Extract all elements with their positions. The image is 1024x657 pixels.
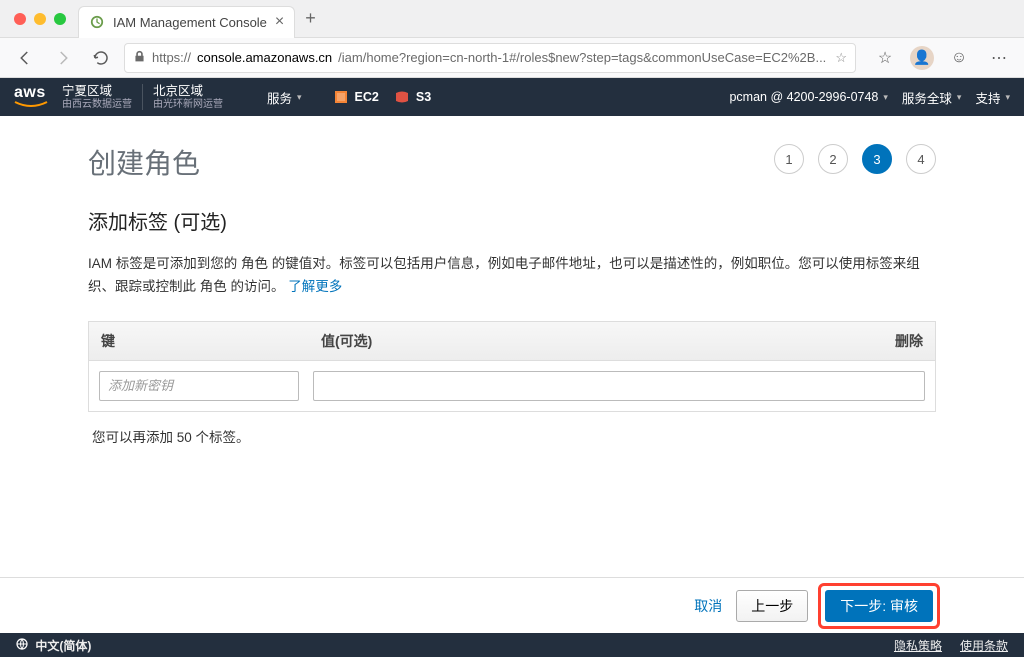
cancel-button[interactable]: 取消 (694, 596, 722, 616)
privacy-link[interactable]: 隐私策略 (894, 637, 942, 654)
profile-avatar[interactable]: 👤 (910, 46, 934, 70)
window-minimize-button[interactable] (34, 13, 46, 25)
pinned-service-s3[interactable]: S3 (393, 88, 431, 106)
url-scheme: https:// (152, 50, 191, 65)
section-heading: 添加标签 (可选) (88, 206, 936, 235)
support-menu[interactable]: 支持 ▾ (975, 88, 1010, 107)
region-global-menu[interactable]: 服务全球 ▾ (902, 88, 962, 107)
tags-table-header: 键 值(可选) 删除 (89, 322, 935, 361)
pinned-service-ec2[interactable]: EC2 (332, 88, 379, 106)
url-path: /iam/home?region=cn-north-1#/roles$new?s… (338, 50, 826, 65)
region2-sub: 由光环新网运营 (153, 99, 223, 111)
col-header-key: 键 (89, 322, 309, 360)
address-bar[interactable]: https:// console.amazonaws.cn/iam/home?re… (124, 43, 856, 73)
aws-console-footer: 中文(简体) 隐私策略 使用条款 (0, 633, 1024, 657)
wizard-steps: 1 2 3 4 (774, 144, 936, 174)
browser-toolbar: https:// console.amazonaws.cn/iam/home?re… (0, 38, 1024, 78)
support-label: 支持 (975, 88, 1000, 107)
tags-table: 键 值(可选) 删除 (88, 321, 936, 412)
learn-more-link[interactable]: 了解更多 (288, 279, 342, 294)
region2-title: 北京区域 (153, 84, 223, 99)
tab-close-button[interactable]: × (275, 14, 284, 30)
highlight-annotation: 下一步: 审核 (818, 583, 940, 629)
window-maximize-button[interactable] (54, 13, 66, 25)
tab-title: IAM Management Console (113, 15, 267, 30)
wizard-step-2[interactable]: 2 (818, 144, 848, 174)
region1-title: 宁夏区域 (62, 84, 132, 99)
browser-right-controls: ☆ 👤 ☺ ⋯ (870, 43, 1014, 73)
nav-back-button[interactable] (10, 43, 40, 73)
tab-favicon-icon (89, 14, 105, 30)
aws-console-header: aws 宁夏区域 由西云数据运营 北京区域 由光环新网运营 服务 ▾ EC2 S… (0, 78, 1024, 116)
tags-input-row (89, 361, 935, 411)
region-divider (142, 84, 143, 110)
nav-forward-button[interactable] (48, 43, 78, 73)
services-label: 服务 (267, 88, 292, 107)
region1-sub: 由西云数据运营 (62, 99, 132, 111)
chevron-down-icon: ▾ (957, 92, 962, 103)
s3-icon (393, 88, 411, 106)
tag-value-input[interactable] (313, 371, 925, 401)
terms-link[interactable]: 使用条款 (960, 637, 1008, 654)
ec2-label: EC2 (355, 90, 379, 104)
language-label: 中文(简体) (35, 639, 91, 653)
window-controls (14, 13, 66, 25)
account-menu[interactable]: pcman @ 4200-2996-0748 ▾ (729, 90, 887, 104)
browser-tab-strip: IAM Management Console × + (0, 0, 1024, 38)
more-menu-icon[interactable]: ⋯ (984, 43, 1014, 73)
feedback-icon[interactable]: ☺ (944, 43, 974, 73)
wizard-step-3[interactable]: 3 (862, 144, 892, 174)
wizard-step-1[interactable]: 1 (774, 144, 804, 174)
region-ningxia[interactable]: 宁夏区域 由西云数据运营 (62, 84, 132, 111)
global-label: 服务全球 (902, 88, 952, 107)
chevron-down-icon: ▾ (883, 92, 888, 103)
browser-tab[interactable]: IAM Management Console × (78, 6, 295, 38)
col-header-value: 值(可选) (309, 322, 871, 360)
next-review-button[interactable]: 下一步: 审核 (825, 590, 933, 622)
ec2-icon (332, 88, 350, 106)
tag-limit-hint: 您可以再添加 50 个标签。 (92, 426, 932, 446)
bookmark-star-icon[interactable]: ☆ (835, 50, 847, 66)
nav-refresh-button[interactable] (86, 43, 116, 73)
wizard-action-bar: 取消 上一步 下一步: 审核 (0, 577, 1024, 633)
window-close-button[interactable] (14, 13, 26, 25)
wizard-step-4[interactable]: 4 (906, 144, 936, 174)
chevron-down-icon: ▾ (297, 92, 302, 103)
s3-label: S3 (416, 90, 431, 104)
services-menu[interactable]: 服务 ▾ (267, 88, 302, 107)
tag-key-input[interactable] (99, 371, 299, 401)
url-host: console.amazonaws.cn (197, 50, 332, 65)
previous-button[interactable]: 上一步 (736, 590, 808, 622)
account-label: pcman @ 4200-2996-0748 (729, 90, 878, 104)
col-header-delete: 删除 (871, 322, 935, 360)
language-selector[interactable]: 中文(简体) (16, 637, 91, 654)
region-beijing[interactable]: 北京区域 由光环新网运营 (153, 84, 223, 111)
aws-logo[interactable]: aws (14, 85, 48, 109)
security-lock-icon (133, 50, 146, 66)
section-description: IAM 标签是可添加到您的 角色 的键值对。标签可以包括用户信息，例如电子邮件地… (88, 253, 936, 299)
description-text: IAM 标签是可添加到您的 角色 的键值对。标签可以包括用户信息，例如电子邮件地… (88, 256, 920, 294)
globe-icon (16, 638, 28, 650)
page-content: 创建角色 1 2 3 4 添加标签 (可选) IAM 标签是可添加到您的 角色 … (0, 116, 1024, 577)
region-block: 宁夏区域 由西云数据运营 北京区域 由光环新网运营 (62, 84, 223, 111)
favorites-icon[interactable]: ☆ (870, 43, 900, 73)
page-title: 创建角色 (88, 142, 200, 182)
chevron-down-icon: ▾ (1005, 92, 1010, 103)
new-tab-button[interactable]: + (301, 8, 320, 29)
